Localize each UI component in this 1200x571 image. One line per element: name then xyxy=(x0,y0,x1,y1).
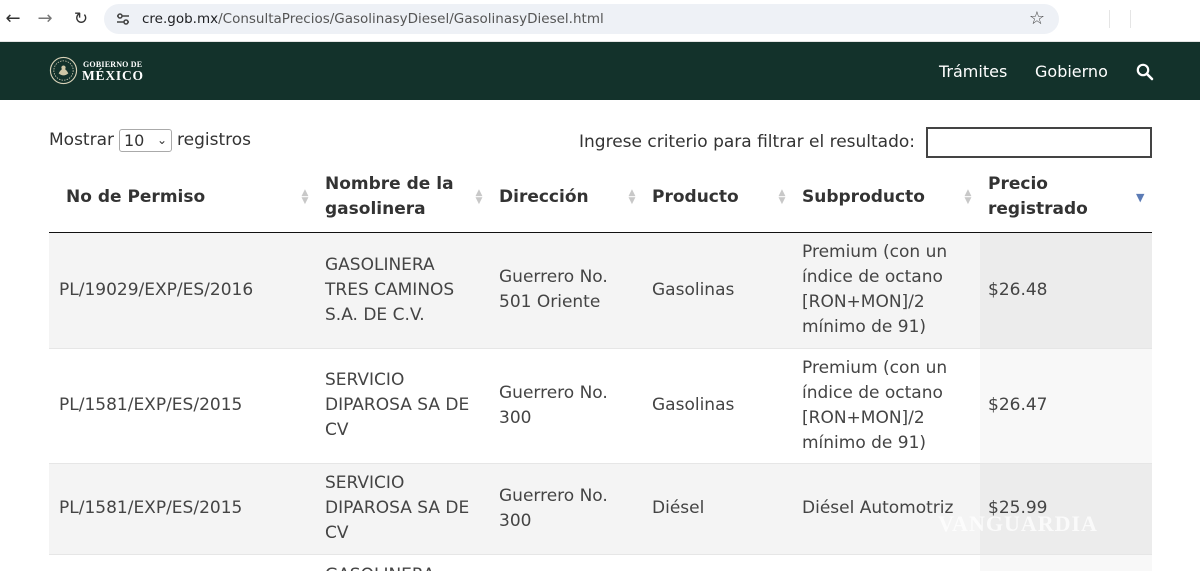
column-header-nombre[interactable]: Nombre de la gasolinera ▲ ▼ xyxy=(317,163,491,233)
cell-subproducto: Diésel Automotriz xyxy=(794,462,980,554)
browser-extensions-area xyxy=(1080,10,1190,30)
sort-icon: ▲ ▼ xyxy=(964,188,972,206)
sort-icon: ▲ ▼ xyxy=(301,188,309,206)
cell-precio: $26.48 xyxy=(980,231,1152,348)
nav-link-tramites[interactable]: Trámites xyxy=(939,62,1007,81)
show-label: Mostrar xyxy=(49,130,114,150)
page-length-control: Mostrar 10 ⌄ registros xyxy=(49,128,251,152)
column-header-permiso[interactable]: No de Permiso ▲ ▼ xyxy=(49,163,317,233)
url-path: /ConsultaPrecios/GasolinasyDiesel/Gasoli… xyxy=(218,11,604,27)
cell-permiso: PL/1581/EXP/ES/2015 xyxy=(49,347,317,463)
chevron-down-icon: ⌄ xyxy=(156,132,167,147)
cell-direccion: Guerrero No. 300 xyxy=(491,347,644,463)
cell-producto xyxy=(644,553,794,571)
column-header-producto[interactable]: Producto ▲ ▼ xyxy=(644,163,794,233)
page-length-select[interactable]: 10 ⌄ xyxy=(119,128,172,152)
cell-direccion: Guerrero No. 300 xyxy=(491,462,644,554)
cell-precio: $25.99 xyxy=(980,462,1152,554)
column-header-precio[interactable]: Precio registrado ▼ xyxy=(980,163,1152,233)
url-text: cre.gob.mx/ConsultaPrecios/GasolinasyDie… xyxy=(142,4,604,34)
cell-permiso xyxy=(49,553,317,571)
cell-nombre: GASOLINERA TRES CAMINOS S.A. DE C.V. xyxy=(317,231,491,348)
forward-arrow-icon[interactable]: → xyxy=(32,7,58,31)
cell-nombre: SERVICIO DIPAROSA SA DE CV xyxy=(317,347,491,463)
gov-header: GOBIERNO DE MÉXICO Trámites Gobierno xyxy=(0,42,1200,100)
cell-nombre: SERVICIO DIPAROSA SA DE CV xyxy=(317,462,491,554)
address-bar[interactable]: cre.gob.mx/ConsultaPrecios/GasolinasyDie… xyxy=(104,4,1059,34)
cell-permiso: PL/1581/EXP/ES/2015 xyxy=(49,462,317,554)
nav-link-gobierno[interactable]: Gobierno xyxy=(1035,62,1108,81)
sort-icon: ▲ ▼ xyxy=(628,188,636,206)
back-arrow-icon[interactable]: ← xyxy=(0,7,26,31)
sort-icon: ▲ ▼ xyxy=(475,188,483,206)
filter-input[interactable] xyxy=(926,127,1152,158)
cell-producto: Diésel xyxy=(644,462,794,554)
column-header-subproducto[interactable]: Subproducto ▲ ▼ xyxy=(794,163,980,233)
cell-precio xyxy=(980,553,1152,571)
cell-nombre: GASOLINERA xyxy=(317,553,491,571)
logo-text-big: MÉXICO xyxy=(82,68,144,83)
cell-subproducto xyxy=(794,553,980,571)
cell-producto: Gasolinas xyxy=(644,231,794,348)
table-row[interactable]: PL/1581/EXP/ES/2015 SERVICIO DIPAROSA SA… xyxy=(49,347,1152,463)
table-row[interactable]: GASOLINERA xyxy=(49,553,1152,571)
site-settings-icon[interactable] xyxy=(115,11,131,27)
cell-permiso: PL/19029/EXP/ES/2016 xyxy=(49,231,317,348)
mexico-seal-icon xyxy=(49,56,78,85)
search-icon[interactable] xyxy=(1136,63,1154,81)
cell-precio: $26.47 xyxy=(980,347,1152,463)
cell-subproducto: Premium (con un índice de octano [RON+MO… xyxy=(794,347,980,463)
browser-toolbar: ← → ↻ cre.gob.mx/ConsultaPrecios/Gasolin… xyxy=(0,0,1200,42)
prices-table: No de Permiso ▲ ▼ Nombre de la gasolinera ▲… xyxy=(49,163,1152,571)
cell-direccion: Guerrero No. 501 Oriente xyxy=(491,231,644,348)
records-label: registros xyxy=(177,130,251,150)
cell-direccion xyxy=(491,553,644,571)
table-row[interactable]: PL/1581/EXP/ES/2015 SERVICIO DIPAROSA SA… xyxy=(49,462,1152,554)
page-length-value: 10 xyxy=(124,130,145,150)
column-header-direccion[interactable]: Dirección ▲ ▼ xyxy=(491,163,644,233)
cell-producto: Gasolinas xyxy=(644,347,794,463)
table-header-row: No de Permiso ▲ ▼ Nombre de la gasolinera ▲… xyxy=(49,163,1152,233)
sort-desc-icon: ▼ xyxy=(1136,191,1145,204)
reload-icon[interactable]: ↻ xyxy=(68,7,94,31)
cell-subproducto: Premium (con un índice de octano [RON+MO… xyxy=(794,231,980,348)
bookmark-star-icon[interactable]: ☆ xyxy=(1029,8,1045,30)
filter-label: Ingrese criterio para filtrar el resulta… xyxy=(579,132,916,152)
sort-icon: ▲ ▼ xyxy=(778,188,786,206)
table-row[interactable]: PL/19029/EXP/ES/2016 GASOLINERA TRES CAM… xyxy=(49,231,1152,348)
url-domain: cre.gob.mx xyxy=(142,11,219,27)
